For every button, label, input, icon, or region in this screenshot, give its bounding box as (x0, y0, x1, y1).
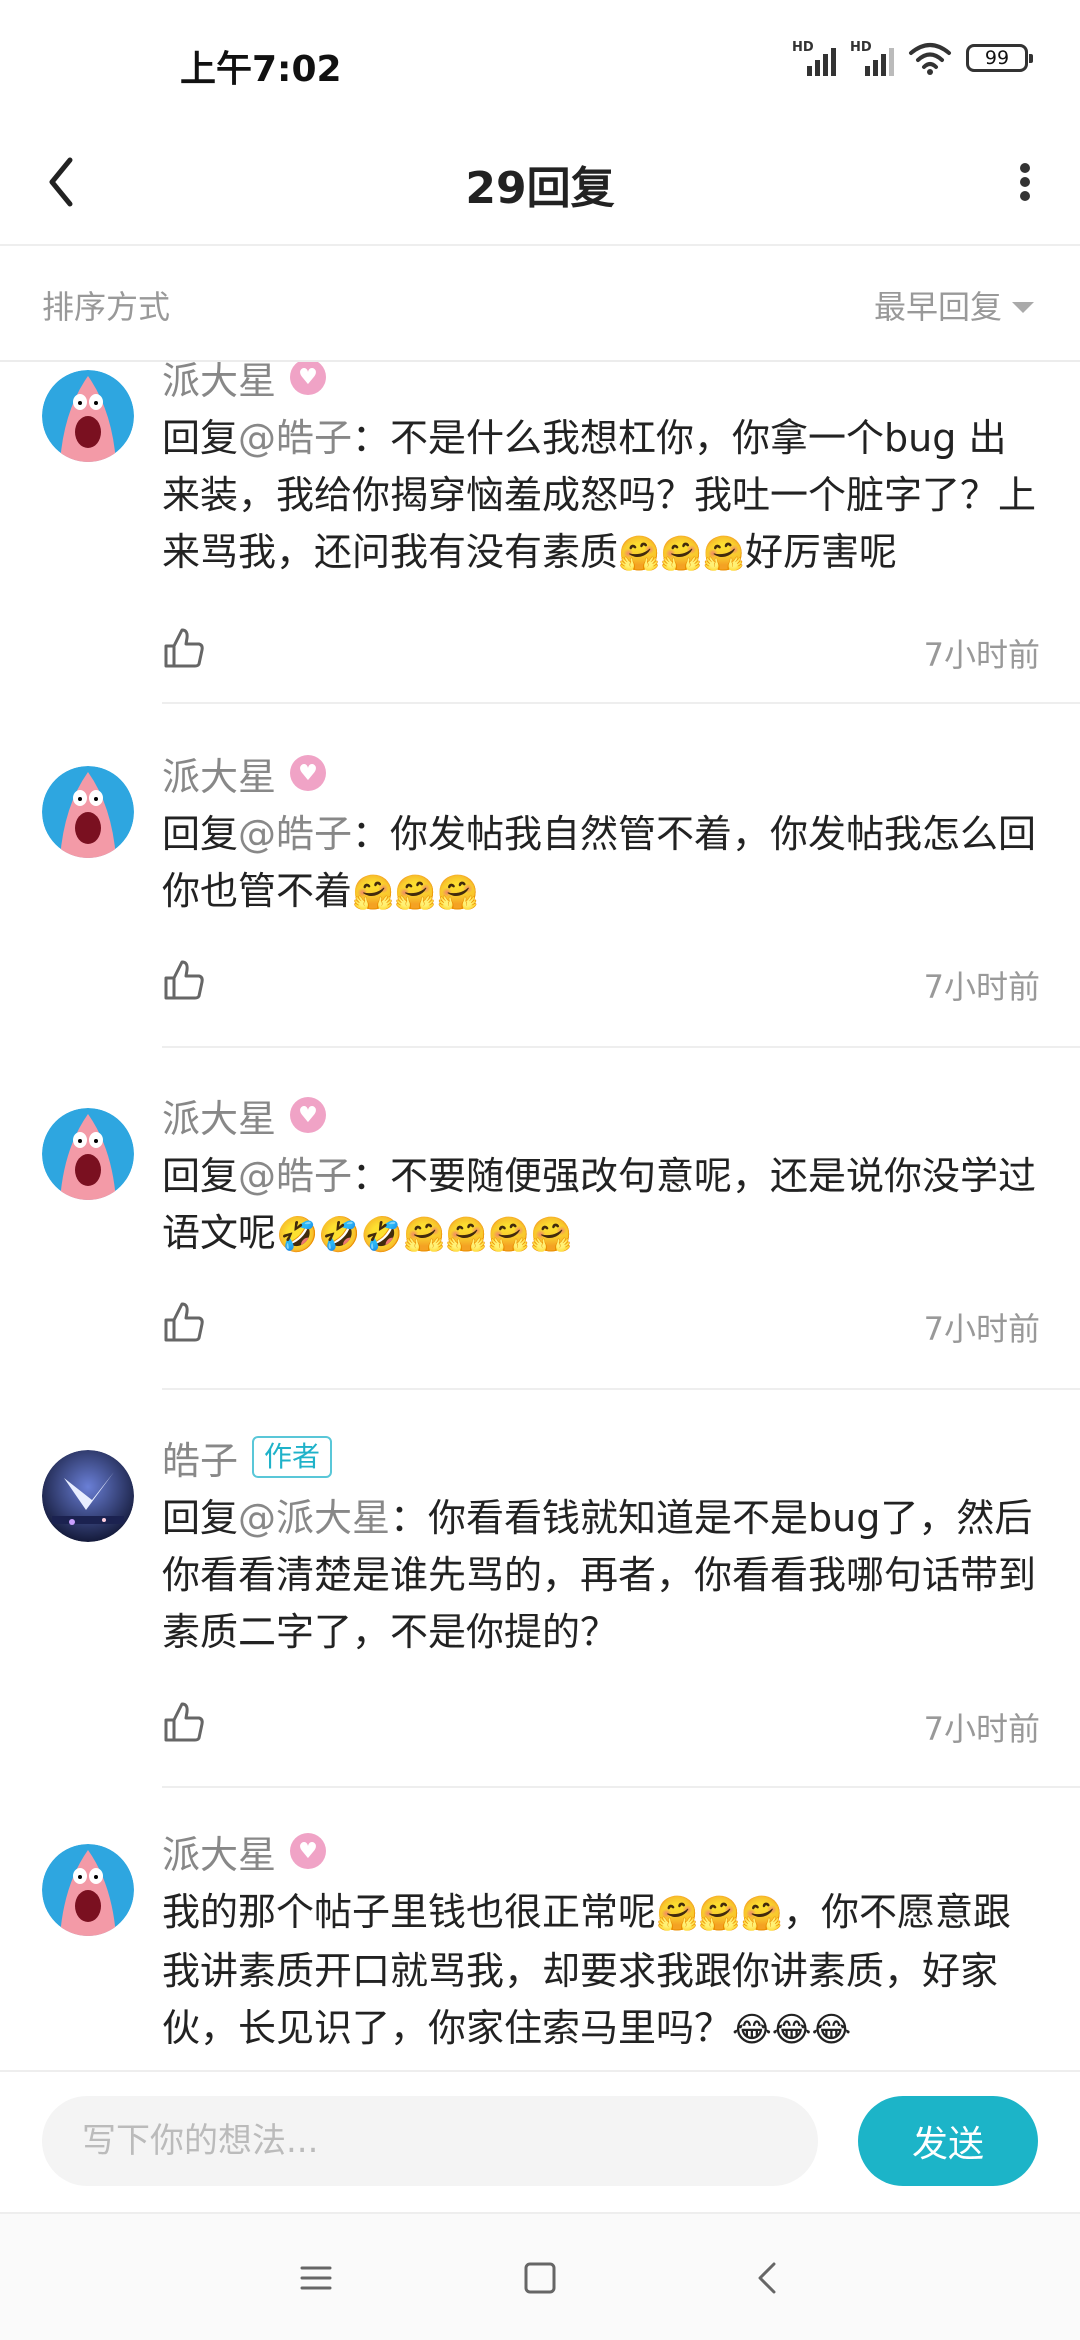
comment-time: 7小时前 (923, 636, 1040, 674)
divider (162, 1786, 1080, 1788)
divider (162, 1388, 1080, 1390)
comment-footer: 7小时前 (162, 1694, 1040, 1754)
comment-author[interactable]: 皓子 (162, 1430, 238, 1485)
sort-bar: 排序方式 最早回复 (0, 246, 1080, 362)
divider (162, 702, 1080, 704)
comment-body: 派大星 ♥ 回复@皓子：你发帖我自然管不着，你发帖我怎么回你也管不着🤗🤗🤗 (162, 746, 1040, 922)
avatar[interactable] (42, 766, 134, 858)
avatar[interactable] (42, 1450, 134, 1542)
comment-time: 7小时前 (923, 1310, 1040, 1348)
thumbs-up-icon[interactable] (162, 626, 206, 670)
emoji-group: 🤣🤣🤣🤗🤗🤗🤗 (276, 1215, 573, 1255)
page-title: 29回复 (465, 163, 615, 214)
comment-text: 我的那个帖子里钱也很正常呢🤗🤗🤗，你不愿意跟我讲素质开口就骂我，却要求我跟你讲素… (162, 1890, 1012, 2050)
comment-footer: 7小时前 (162, 1294, 1040, 1354)
level-badge-icon: ♥ (290, 1097, 327, 1133)
signal-icon: HD (792, 40, 836, 76)
more-vertical-icon[interactable] (1000, 144, 1050, 220)
screen: 上午7:02 HD HD 99 29回复 排序方式 最早回复 派大星 ♥ 回复@… (0, 0, 1080, 2340)
comment-text: 回复@皓子：不要随便强改句意呢，还是说你没学过语文呢🤣🤣🤣🤗🤗🤗🤗 (162, 1154, 1037, 1255)
thumbs-up-icon[interactable] (162, 958, 206, 1002)
chevron-down-icon (1012, 301, 1034, 313)
battery-icon: 99 (966, 44, 1033, 72)
mention-link[interactable]: @皓子 (238, 1154, 352, 1198)
nav-back-icon[interactable] (738, 2248, 798, 2308)
mention-link[interactable]: @派大星 (238, 1496, 390, 1540)
comment-text: 回复@皓子：不是什么我想杠你，你拿一个bug 出来装，我给你揭穿恼羞成怒吗？我吐… (162, 416, 1037, 574)
level-badge-icon: ♥ (290, 362, 327, 395)
status-bar: 上午7:02 HD HD 99 (0, 0, 1080, 120)
thumbs-up-icon[interactable] (162, 1300, 206, 1344)
emoji-group: 🤗🤗🤗 (618, 534, 746, 574)
emoji-group: 🤗🤗🤗 (352, 873, 480, 913)
author-badge: 作者 (252, 1436, 333, 1478)
level-badge-icon: ♥ (290, 755, 327, 791)
signal-icon: HD (850, 40, 894, 76)
mention-link[interactable]: @皓子 (238, 812, 352, 856)
home-square-icon[interactable] (510, 2248, 570, 2308)
comment-footer: 7小时前 (162, 620, 1040, 680)
top-bar: 29回复 (0, 120, 1080, 246)
menu-icon[interactable] (286, 2248, 346, 2308)
comment-text: 回复@皓子：你发帖我自然管不着，你发帖我怎么回你也管不着🤗🤗🤗 (162, 812, 1037, 913)
comment-author[interactable]: 派大星 (162, 362, 276, 405)
comment-body: 派大星 ♥ 回复@皓子：不是什么我想杠你，你拿一个bug 出来装，我给你揭穿恼羞… (162, 362, 1040, 583)
avatar[interactable] (42, 370, 134, 462)
reply-input[interactable] (42, 2096, 818, 2186)
comment-list[interactable]: 派大星 ♥ 回复@皓子：不是什么我想杠你，你拿一个bug 出来装，我给你揭穿恼羞… (0, 362, 1080, 2070)
system-nav-bar (0, 2212, 1080, 2340)
avatar[interactable] (42, 1844, 134, 1936)
wifi-icon (909, 43, 951, 75)
comment-footer: 7小时前 (162, 952, 1040, 1012)
mention-link[interactable]: @皓子 (238, 416, 352, 460)
comment-body: 派大星 ♥ 回复@皓子：不要随便强改句意呢，还是说你没学过语文呢🤣🤣🤣🤗🤗🤗🤗 (162, 1088, 1040, 1264)
status-icons: HD HD 99 (792, 40, 1033, 76)
avatar[interactable] (42, 1108, 134, 1200)
sort-dropdown[interactable]: 最早回复 (874, 282, 1034, 328)
emoji-group: 😂😂😂 (732, 2010, 852, 2050)
reply-bar: 发送 (0, 2070, 1080, 2212)
comment-author[interactable]: 派大星 (162, 746, 276, 801)
comment-body: 皓子 作者 回复@派大星：你看看钱就知道是不是bug了，然后你看看清楚是谁先骂的… (162, 1430, 1040, 1661)
comment-time: 7小时前 (923, 1710, 1040, 1748)
divider (162, 1046, 1080, 1048)
thumbs-up-icon[interactable] (162, 1700, 206, 1744)
comment-author[interactable]: 派大星 (162, 1088, 276, 1143)
comment-time: 7小时前 (923, 968, 1040, 1006)
sort-label: 排序方式 (42, 288, 171, 326)
comment-text: 回复@派大星：你看看钱就知道是不是bug了，然后你看看清楚是谁先骂的，再者，你看… (162, 1496, 1037, 1654)
comment-author[interactable]: 派大星 (162, 1824, 276, 1879)
status-time: 上午7:02 (180, 49, 342, 90)
send-button[interactable]: 发送 (858, 2096, 1038, 2186)
level-badge-icon: ♥ (290, 1833, 327, 1869)
sort-selected-value: 最早回复 (873, 288, 1002, 326)
emoji-group: 🤗🤗🤗 (656, 1894, 784, 1934)
comment-body: 派大星 ♥ 我的那个帖子里钱也很正常呢🤗🤗🤗，你不愿意跟我讲素质开口就骂我，却要… (162, 1824, 1040, 2059)
